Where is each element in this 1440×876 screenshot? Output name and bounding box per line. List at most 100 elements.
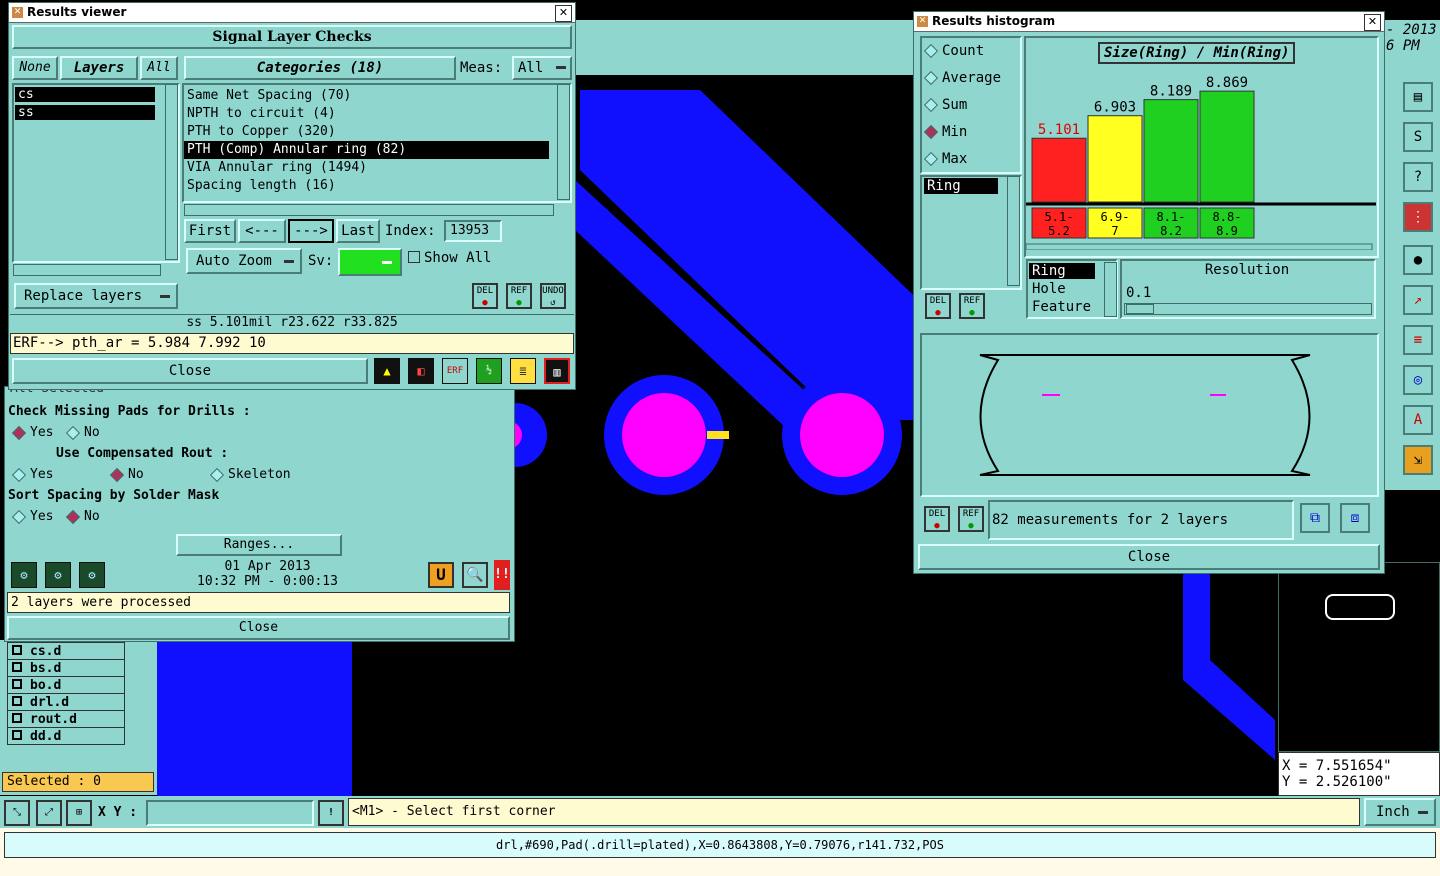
- info-icon[interactable]: !: [318, 800, 344, 826]
- layers-scrollbar-h[interactable]: [13, 264, 161, 276]
- sort-spacing-yes[interactable]: Yes: [10, 509, 53, 524]
- histogram-bar[interactable]: [1087, 115, 1143, 203]
- measure-icon[interactable]: A: [1403, 405, 1433, 435]
- categories-scrollbar-h[interactable]: [184, 204, 554, 216]
- all-button[interactable]: All: [140, 56, 178, 80]
- ref-icon[interactable]: REF ●: [506, 283, 532, 309]
- category-item[interactable]: VIA Annular ring (1494): [184, 159, 549, 177]
- layer-row[interactable]: rout.d: [8, 711, 124, 728]
- field-scrollbar[interactable]: [1104, 262, 1117, 317]
- layer-item-ss[interactable]: ss: [15, 105, 155, 120]
- ring-list-item[interactable]: Ring: [924, 178, 998, 194]
- sv-dropdown[interactable]: [338, 248, 402, 276]
- first-button[interactable]: First: [184, 219, 236, 243]
- zoom-icon[interactable]: 🔍: [462, 562, 488, 588]
- field-feature[interactable]: Feature: [1029, 299, 1095, 315]
- del-icon[interactable]: DEL ●: [472, 283, 498, 309]
- category-item[interactable]: Spacing length (16): [184, 177, 549, 195]
- help-icon[interactable]: ?: [1403, 162, 1433, 192]
- option-average[interactable]: Average: [922, 70, 1001, 86]
- export-chart-icon[interactable]: ⧉: [1300, 503, 1330, 533]
- sort-spacing-no[interactable]: No: [64, 509, 100, 524]
- histogram-bar[interactable]: [1199, 90, 1255, 203]
- preview-ref-icon[interactable]: REF ●: [958, 506, 984, 532]
- show-all-checkbox[interactable]: Show All: [408, 250, 491, 266]
- layers-button[interactable]: Layers: [60, 56, 138, 80]
- comp-rout-yes[interactable]: Yes: [10, 467, 53, 482]
- undo-icon[interactable]: UNDO ↺: [540, 283, 566, 309]
- histogram-bar[interactable]: [1031, 137, 1087, 203]
- ring-scrollbar[interactable]: [1007, 176, 1020, 286]
- shapes-icon[interactable]: ◎: [1403, 365, 1433, 395]
- xy-input[interactable]: [146, 800, 314, 826]
- chart-tool-icon[interactable]: ▲: [374, 358, 400, 384]
- one-two-icon[interactable]: ½: [476, 358, 502, 384]
- layer-row[interactable]: cs.d: [8, 643, 124, 660]
- category-item[interactable]: PTH to Copper (320): [184, 123, 549, 141]
- missing-pads-no[interactable]: No: [64, 425, 100, 440]
- categories-scrollbar-v[interactable]: [557, 84, 570, 200]
- overview-panel[interactable]: [1278, 562, 1440, 752]
- category-item[interactable]: NPTH to circuit (4): [184, 105, 549, 123]
- hist-del-icon[interactable]: DEL ●: [925, 293, 951, 319]
- magnet-icon[interactable]: U: [428, 562, 454, 588]
- prev-button[interactable]: <---: [238, 219, 286, 243]
- measure-line-icon[interactable]: ⤢: [36, 800, 62, 826]
- last-button[interactable]: Last: [336, 219, 380, 243]
- histogram-icon[interactable]: ▥: [544, 358, 570, 384]
- option-min[interactable]: Min: [922, 124, 967, 140]
- check-close-button[interactable]: Close: [7, 616, 510, 640]
- histogram-bar[interactable]: [1143, 99, 1199, 203]
- layer-row[interactable]: bs.d: [8, 660, 124, 677]
- run-all-icon[interactable]: ⚙: [79, 562, 105, 588]
- chart-scrollbar[interactable]: [1026, 243, 1373, 250]
- category-item-selected[interactable]: PTH (Comp) Annular ring (82): [184, 141, 549, 159]
- resolution-slider[interactable]: [1124, 303, 1372, 315]
- close-icon[interactable]: ✕: [555, 5, 572, 22]
- hist-ref-icon[interactable]: REF ●: [959, 293, 985, 319]
- ranges-button[interactable]: Ranges...: [176, 534, 342, 556]
- notes-icon[interactable]: ≣: [510, 358, 536, 384]
- results-close-button[interactable]: Close: [12, 358, 368, 384]
- units-dropdown[interactable]: Inch: [1364, 798, 1436, 826]
- meas-dropdown[interactable]: All: [512, 56, 572, 80]
- field-ring[interactable]: Ring: [1029, 263, 1095, 279]
- zoom-box-icon[interactable]: ⤡: [4, 800, 30, 826]
- close-icon[interactable]: ✕: [1364, 14, 1381, 31]
- layers-scrollbar-v[interactable]: [165, 84, 178, 260]
- option-max[interactable]: Max: [922, 151, 967, 167]
- categories-header[interactable]: Categories (18): [184, 56, 456, 80]
- route-icon[interactable]: S: [1403, 122, 1433, 152]
- run-icon[interactable]: ⚙: [11, 562, 37, 588]
- pad-icon[interactable]: ●: [1403, 245, 1433, 275]
- layout-icon[interactable]: ▤: [1403, 82, 1433, 112]
- option-count[interactable]: Count: [922, 43, 984, 59]
- field-hole[interactable]: Hole: [1029, 281, 1095, 297]
- erf-icon[interactable]: ERF: [442, 358, 468, 384]
- preview-del-icon[interactable]: DEL ●: [924, 506, 950, 532]
- category-item[interactable]: Same Net Spacing (70): [184, 87, 549, 105]
- missing-pads-yes[interactable]: Yes: [10, 425, 53, 440]
- resolution-thumb[interactable]: [1126, 304, 1154, 314]
- import-chart-icon[interactable]: ⧈: [1340, 503, 1370, 533]
- run-selected-icon[interactable]: ⚙: [45, 562, 71, 588]
- layer-row[interactable]: dd.d: [8, 728, 124, 744]
- index-input[interactable]: 13953: [444, 220, 502, 242]
- histogram-titlebar[interactable]: ✕ Results histogram ✕: [914, 12, 1384, 32]
- comp-rout-skeleton[interactable]: Skeleton: [208, 467, 291, 482]
- histogram-close-button[interactable]: Close: [918, 544, 1380, 570]
- select-icon[interactable]: ⇲: [1403, 445, 1433, 475]
- next-button[interactable]: --->: [288, 219, 334, 243]
- replace-layers-dropdown[interactable]: Replace layers: [14, 283, 178, 309]
- auto-zoom-dropdown[interactable]: Auto Zoom: [186, 248, 302, 274]
- net-icon[interactable]: ⋮: [1403, 202, 1433, 232]
- layer-item-cs[interactable]: cs: [15, 87, 155, 102]
- report-icon[interactable]: ◧: [408, 358, 434, 384]
- layer-row[interactable]: bo.d: [8, 677, 124, 694]
- comp-rout-no[interactable]: No: [108, 467, 144, 482]
- option-sum[interactable]: Sum: [922, 97, 967, 113]
- layer-row[interactable]: drl.d: [8, 694, 124, 711]
- align-icon[interactable]: ≡: [1403, 325, 1433, 355]
- results-viewer-titlebar[interactable]: ✕ Results viewer ✕: [9, 3, 575, 23]
- grid-icon[interactable]: ⊞: [66, 800, 92, 826]
